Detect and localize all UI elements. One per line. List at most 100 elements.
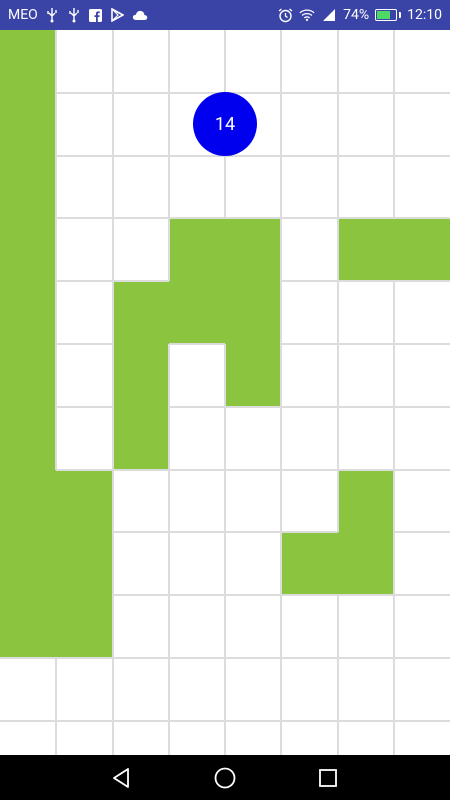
filled-cell — [168, 218, 226, 282]
filled-cell — [0, 281, 57, 345]
grid-line — [280, 30, 283, 93]
grid-line — [336, 155, 339, 219]
grid-line — [55, 218, 58, 282]
filled-cell — [225, 218, 282, 282]
grid-line — [393, 91, 450, 94]
grid-line — [55, 155, 58, 219]
status-bar: MEO 74% 12:10 — [0, 0, 450, 30]
filled-cell — [393, 218, 450, 282]
grid-line — [224, 595, 226, 658]
grid-line — [281, 280, 338, 283]
game-board[interactable]: 14 — [0, 30, 450, 755]
filled-cell — [0, 92, 57, 157]
filled-cell — [56, 532, 113, 596]
filled-cell — [112, 406, 170, 471]
grid-line — [337, 280, 394, 283]
grid-line — [393, 343, 450, 345]
grid-line — [112, 91, 169, 94]
grid-line — [392, 344, 395, 407]
grid-line — [56, 280, 113, 283]
filled-cell — [0, 469, 57, 533]
grid-line — [281, 405, 338, 408]
grid-line — [281, 217, 338, 220]
filled-cell — [0, 595, 57, 659]
grid-line — [168, 594, 225, 597]
recents-icon[interactable] — [308, 758, 348, 798]
grid-line — [280, 720, 283, 755]
grid-line — [111, 469, 114, 533]
grid-line — [224, 344, 226, 407]
grid-line — [55, 720, 58, 755]
grid-line — [111, 218, 114, 282]
grid-line — [112, 154, 169, 157]
player-count: 14 — [214, 113, 236, 135]
clock: 12:10 — [407, 7, 442, 23]
battery-icon — [375, 9, 402, 21]
grid-line — [280, 469, 283, 533]
grid-line — [337, 719, 394, 722]
home-icon[interactable] — [205, 758, 245, 798]
grid-line — [168, 531, 225, 534]
grid-line — [111, 532, 114, 596]
grid-line — [392, 595, 395, 658]
grid-line — [336, 218, 339, 282]
grid-line — [167, 344, 170, 407]
grid-line — [168, 719, 225, 722]
grid-line — [111, 406, 114, 470]
grid-line — [225, 657, 282, 659]
grid-line — [280, 406, 283, 470]
grid-line — [112, 217, 169, 220]
grid-line — [167, 532, 170, 596]
grid-line — [224, 532, 226, 596]
grid-line — [336, 595, 339, 658]
grid-line — [224, 155, 226, 219]
grid-line — [392, 155, 395, 219]
grid-line — [111, 92, 114, 156]
grid-line — [337, 594, 394, 597]
grid-line — [393, 594, 450, 597]
grid-line — [393, 217, 450, 220]
grid-line — [281, 343, 338, 345]
grid-line — [0, 719, 57, 722]
grid-line — [167, 469, 170, 533]
grid-line — [225, 154, 282, 157]
grid-line — [393, 154, 450, 157]
grid-line — [167, 720, 170, 755]
grid-line — [56, 405, 113, 408]
grid-line — [392, 406, 395, 470]
grid-line — [167, 155, 170, 219]
signal-icon — [321, 7, 337, 23]
carrier-name: MEO — [8, 7, 38, 23]
grid-line — [392, 720, 395, 755]
grid-line — [112, 719, 169, 722]
grid-line — [55, 658, 58, 721]
back-icon[interactable] — [102, 758, 142, 798]
grid-line — [111, 595, 114, 658]
grid-line — [336, 469, 339, 533]
grid-line — [225, 405, 282, 408]
grid-line — [111, 30, 114, 93]
grid-line — [280, 218, 283, 282]
grid-line — [280, 92, 283, 156]
grid-line — [393, 405, 450, 408]
grid-line — [225, 594, 282, 597]
grid-line — [168, 657, 225, 659]
grid-line — [281, 531, 338, 534]
navigation-bar — [0, 755, 450, 800]
grid-line — [336, 344, 339, 407]
grid-line — [337, 91, 394, 94]
grid-line — [336, 281, 339, 344]
grid-line — [56, 91, 113, 94]
grid-line — [112, 468, 169, 471]
grid-line — [280, 532, 283, 596]
grid-line — [55, 30, 58, 93]
grid-line — [167, 595, 170, 658]
grid-line — [111, 155, 114, 219]
grid-line — [167, 92, 170, 156]
filled-cell — [56, 595, 113, 659]
grid-line — [336, 30, 339, 93]
grid-line — [224, 406, 226, 470]
player-ball[interactable]: 14 — [193, 92, 257, 157]
grid-line — [281, 154, 338, 157]
grid-line — [56, 468, 113, 471]
